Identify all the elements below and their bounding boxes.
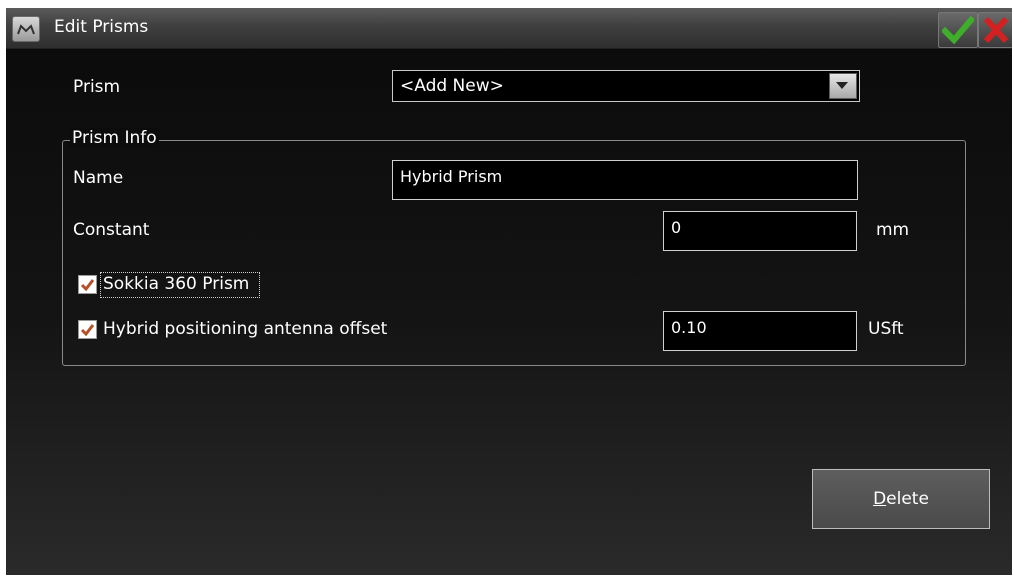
- name-label: Name: [73, 168, 124, 188]
- prism-label: Prism: [73, 77, 121, 97]
- hybrid-offset-unit: USft: [868, 319, 904, 339]
- name-field[interactable]: Hybrid Prism: [392, 160, 858, 200]
- prism-select[interactable]: <Add New>: [392, 70, 860, 102]
- edit-prisms-dialog: Edit Prisms Prism <Add New> Prism Info N…: [6, 8, 1012, 575]
- cancel-button[interactable]: [978, 12, 1012, 48]
- constant-unit: mm: [876, 220, 910, 240]
- hybrid-offset-field[interactable]: 0.10: [663, 311, 857, 351]
- title-bar: Edit Prisms: [6, 8, 1012, 49]
- ok-button[interactable]: [938, 12, 978, 48]
- app-logo-icon[interactable]: [12, 16, 40, 42]
- prism-select-value: <Add New>: [400, 76, 504, 96]
- name-field-value: Hybrid Prism: [400, 167, 503, 186]
- constant-field-value: 0: [671, 218, 682, 237]
- prism-info-legend: Prism Info: [70, 128, 159, 148]
- delete-label: elete: [886, 489, 929, 509]
- constant-label: Constant: [73, 220, 150, 240]
- delete-button[interactable]: Delete: [812, 469, 990, 529]
- sokkia-360-label[interactable]: Sokkia 360 Prism: [103, 274, 249, 294]
- hybrid-offset-label[interactable]: Hybrid positioning antenna offset: [103, 319, 387, 339]
- sokkia-360-checkbox[interactable]: [78, 275, 97, 294]
- hybrid-offset-value: 0.10: [671, 318, 707, 337]
- chevron-down-icon[interactable]: [829, 73, 857, 99]
- delete-mnemonic: D: [873, 489, 887, 509]
- hybrid-offset-checkbox[interactable]: [78, 320, 97, 339]
- window-title: Edit Prisms: [54, 17, 149, 37]
- constant-field[interactable]: 0: [663, 211, 857, 251]
